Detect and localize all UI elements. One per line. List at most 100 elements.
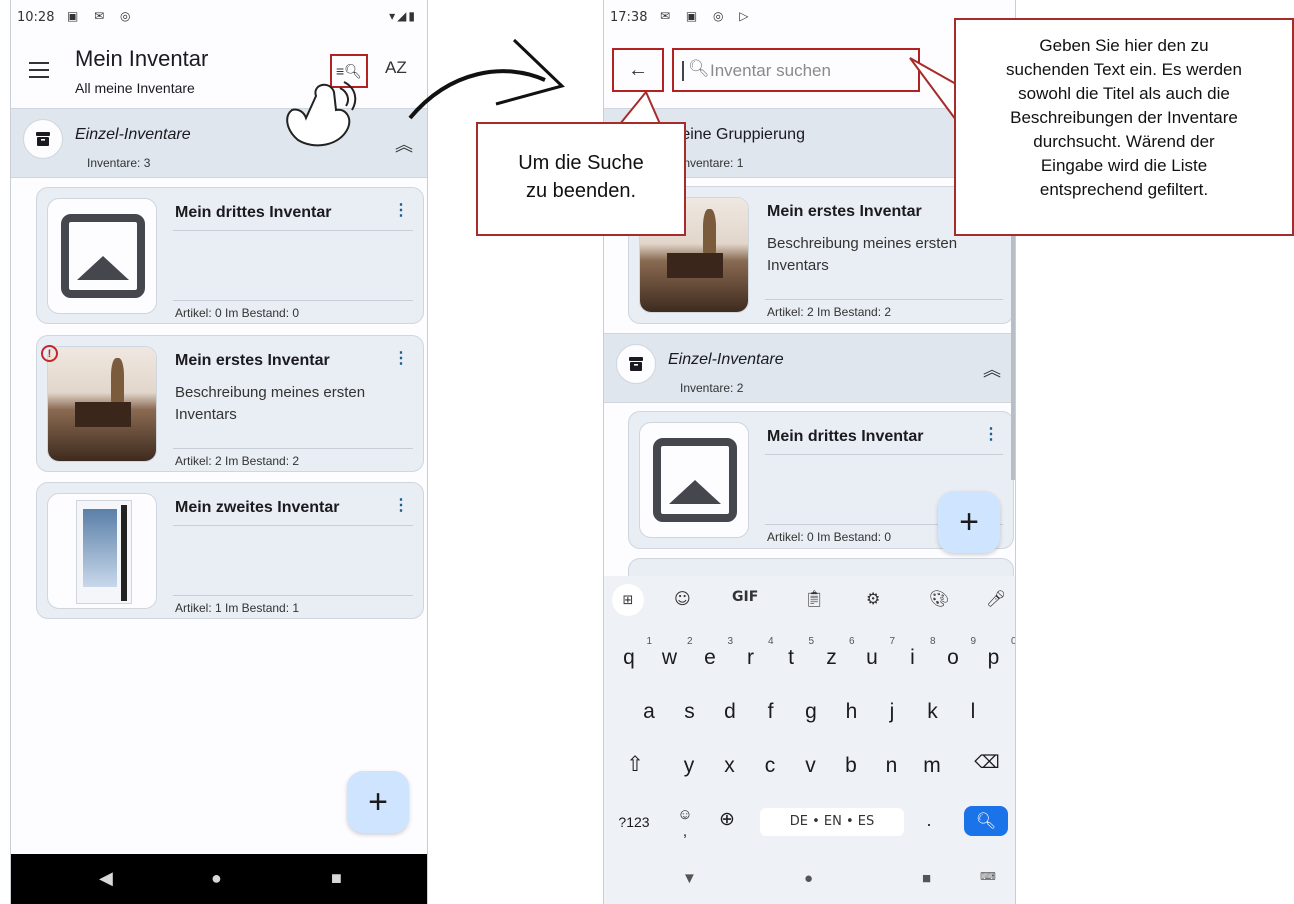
- numbers-key[interactable]: ?123: [610, 814, 658, 830]
- key-label: z: [826, 646, 837, 669]
- backspace-key-icon[interactable]: ⌫: [968, 752, 1006, 773]
- key-s[interactable]: s: [671, 700, 709, 724]
- inventory-card[interactable]: Mein erstes Inventar Beschreibung meines…: [36, 335, 424, 472]
- globe-icon[interactable]: ⊕: [708, 808, 746, 831]
- system-nav-bar: ◀ ● ■: [11, 854, 427, 904]
- transition-arrowhead: [495, 38, 565, 106]
- key-j[interactable]: j: [873, 700, 911, 724]
- page-subtitle: All meine Inventare: [75, 80, 195, 96]
- card-meta: Artikel: 0 Im Bestand: 0: [175, 306, 300, 320]
- search-enter-key[interactable]: 🔍︎: [964, 806, 1008, 836]
- group-header-einzel-inventare[interactable]: Einzel-Inventare Inventare: 3 ︽: [11, 108, 427, 178]
- card-meta: Artikel: 1 Im Bestand: 1: [175, 601, 300, 615]
- sort-button[interactable]: AZ: [385, 58, 407, 78]
- keyboard-hide-icon[interactable]: ⌨: [980, 870, 996, 883]
- pc-case-photo: [47, 493, 157, 609]
- status-time: 17:38: [610, 10, 648, 25]
- inventory-card[interactable]: Mein drittes Inventar ⋮ Artikel: 0 Im Be…: [36, 187, 424, 324]
- app-bar: Mein Inventar All meine Inventare ≡🔍︎ AZ: [11, 34, 427, 108]
- card-meta: Artikel: 2 Im Bestand: 2: [767, 305, 892, 319]
- search-button[interactable]: ≡🔍︎: [330, 54, 368, 88]
- nav-back-icon[interactable]: ◀: [99, 868, 113, 889]
- period-key[interactable]: .: [910, 810, 948, 831]
- space-key[interactable]: DE • EN • ES: [760, 808, 904, 836]
- key-h[interactable]: h: [833, 700, 871, 724]
- menu-icon[interactable]: [29, 62, 49, 83]
- group-count: Inventare: 2: [680, 381, 744, 395]
- key-label: t: [788, 646, 794, 669]
- microphone-icon[interactable]: 🎤︎: [986, 589, 1006, 608]
- add-inventory-button[interactable]: +: [347, 771, 409, 833]
- collapse-chevron-icon[interactable]: ︽: [395, 131, 413, 157]
- key-p[interactable]: p0: [975, 636, 1015, 670]
- collapse-chevron-icon[interactable]: ︽: [983, 356, 1001, 382]
- divider: [173, 525, 413, 526]
- card-title: Mein erstes Inventar: [767, 203, 922, 220]
- sticker-icon[interactable]: ☺: [674, 589, 691, 608]
- key-b[interactable]: b: [832, 754, 870, 778]
- key-o[interactable]: o9: [934, 636, 976, 670]
- search-icon: 🔍︎: [975, 813, 997, 830]
- status-time: 10:28: [17, 10, 55, 25]
- clipboard-icon[interactable]: 📋︎: [804, 589, 824, 608]
- key-label: q: [623, 646, 635, 669]
- callout-search-hint-text: Geben Sie hier den zu suchenden Text ein…: [1006, 36, 1242, 199]
- key-u[interactable]: u7: [853, 636, 895, 670]
- card-meta: Artikel: 0 Im Bestand: 0: [767, 530, 892, 544]
- key-f[interactable]: f: [752, 700, 790, 724]
- key-k[interactable]: k: [914, 700, 952, 724]
- signal-battery-icon: ▾◢▮: [389, 9, 417, 23]
- key-label: w: [661, 646, 678, 669]
- key-v[interactable]: v: [792, 754, 830, 778]
- key-n[interactable]: n: [873, 754, 911, 778]
- key-g[interactable]: g: [792, 700, 830, 724]
- palette-icon[interactable]: 🎨︎: [929, 589, 949, 608]
- key-m[interactable]: m: [913, 754, 951, 778]
- key-label: r: [747, 646, 754, 669]
- more-vert-icon[interactable]: ⋮: [393, 495, 409, 515]
- key-q[interactable]: q1: [610, 636, 652, 670]
- key-e[interactable]: e3: [691, 636, 733, 670]
- more-vert-icon[interactable]: ⋮: [983, 424, 999, 444]
- key-a[interactable]: a: [630, 700, 668, 724]
- emoji-comma-key[interactable]: ☺,: [666, 806, 704, 840]
- more-vert-icon[interactable]: ⋮: [393, 348, 409, 368]
- search-input[interactable]: [710, 58, 910, 84]
- nav-recents-icon[interactable]: ■: [922, 870, 931, 887]
- comma-label: ,: [682, 823, 688, 840]
- scrollbar[interactable]: [1011, 230, 1015, 480]
- search-field[interactable]: 🔍︎: [672, 48, 920, 92]
- phone-screen-inventory-list: 10:28 ▣ ✉ ◎ ▾◢▮ Mein Inventar All meine …: [10, 0, 428, 904]
- key-z[interactable]: z6: [813, 636, 854, 670]
- key-w[interactable]: w2: [651, 636, 693, 670]
- key-x[interactable]: x: [711, 754, 749, 778]
- warning-icon: !: [41, 345, 58, 362]
- more-vert-icon[interactable]: ⋮: [393, 200, 409, 220]
- back-arrow-button[interactable]: ←: [612, 48, 664, 92]
- nav-home-icon[interactable]: ●: [804, 870, 813, 887]
- group-header-einzel-inventare[interactable]: Einzel-Inventare Inventare: 2 ︽: [604, 333, 1015, 403]
- shift-key-icon[interactable]: ⇧: [616, 752, 654, 777]
- nav-home-icon[interactable]: ●: [211, 868, 222, 889]
- key-t[interactable]: t5: [772, 636, 814, 670]
- card-title: Mein drittes Inventar: [175, 204, 332, 221]
- key-l[interactable]: l: [954, 700, 992, 724]
- add-inventory-button[interactable]: +: [938, 491, 1000, 553]
- search-icon: 🔍︎: [688, 59, 710, 78]
- settings-gear-icon[interactable]: ⚙: [866, 589, 880, 608]
- apps-grid-icon[interactable]: ⊞: [612, 584, 644, 616]
- group-title: Meine Gruppierung: [668, 126, 805, 143]
- inventory-card[interactable]: Mein zweites Inventar ⋮ Artikel: 1 Im Be…: [36, 482, 424, 619]
- page-title: Mein Inventar: [75, 46, 209, 71]
- key-c[interactable]: c: [751, 754, 789, 778]
- key-y[interactable]: y: [670, 754, 708, 778]
- image-placeholder-icon: [47, 198, 157, 314]
- keyboard-toolbar: ⊞ ☺ GIF 📋︎ ⚙ 🎨︎ 🎤︎: [604, 576, 1015, 624]
- key-d[interactable]: d: [711, 700, 749, 724]
- gif-button[interactable]: GIF: [732, 589, 758, 605]
- key-r[interactable]: r4: [732, 636, 774, 670]
- nav-back-icon[interactable]: ▼: [682, 870, 697, 887]
- nav-recents-icon[interactable]: ■: [331, 868, 342, 889]
- dining-room-photo: [47, 346, 157, 462]
- key-i[interactable]: i8: [894, 636, 935, 670]
